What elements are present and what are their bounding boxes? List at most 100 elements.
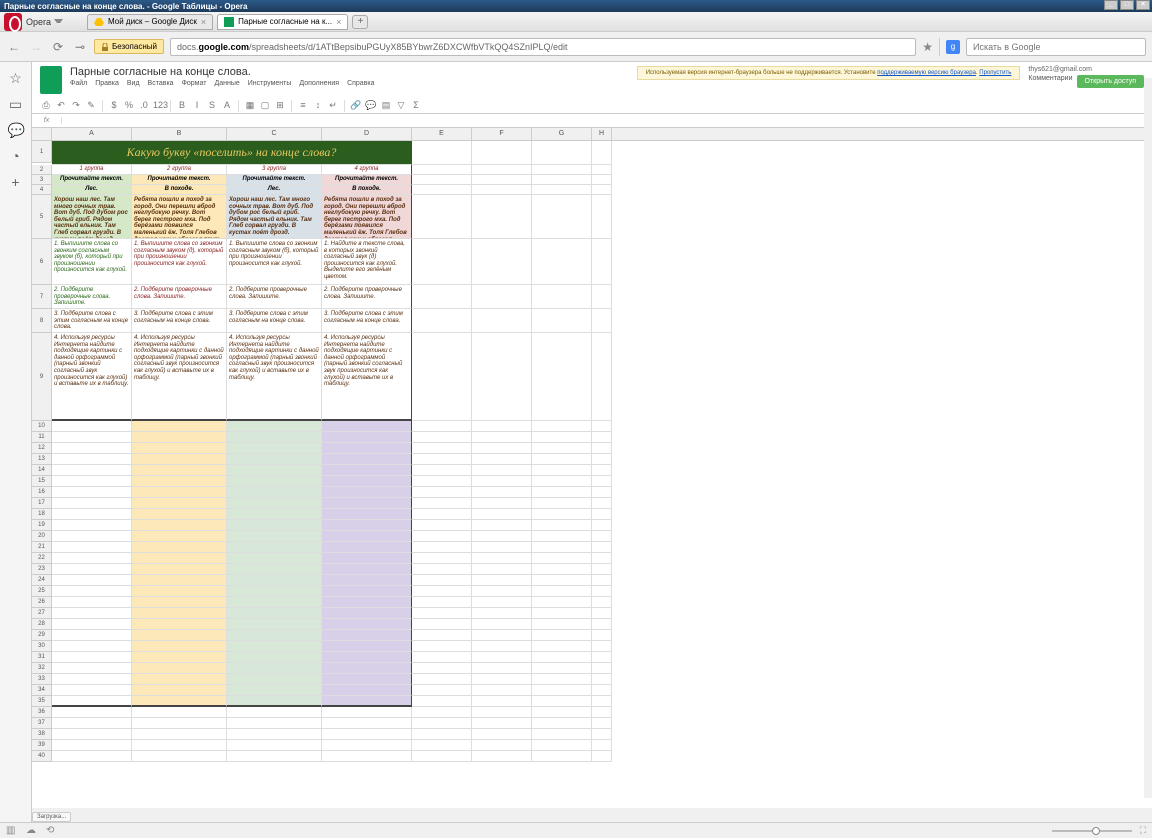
filter-icon[interactable]: ▽: [395, 100, 407, 112]
cell[interactable]: [132, 751, 227, 762]
tab-close-icon[interactable]: ×: [336, 17, 341, 27]
cell[interactable]: [592, 421, 612, 432]
cell[interactable]: [132, 718, 227, 729]
cell[interactable]: [532, 195, 592, 239]
panel-icon[interactable]: ▥: [6, 825, 18, 837]
row-header[interactable]: 38: [32, 729, 52, 740]
cloud-icon[interactable]: ☁: [26, 825, 38, 837]
cell[interactable]: [132, 586, 227, 597]
col-header[interactable]: D: [322, 128, 412, 140]
row-header[interactable]: 27: [32, 608, 52, 619]
cell[interactable]: [227, 454, 322, 465]
cell[interactable]: [472, 421, 532, 432]
warning-dismiss[interactable]: Пропустить: [979, 70, 1011, 76]
more-formats-icon[interactable]: 123: [153, 100, 165, 112]
row-header[interactable]: 21: [32, 542, 52, 553]
cell[interactable]: [52, 542, 132, 553]
cell[interactable]: [322, 619, 412, 630]
cell[interactable]: [472, 608, 532, 619]
cell[interactable]: [52, 432, 132, 443]
cell[interactable]: [472, 432, 532, 443]
row-header[interactable]: 31: [32, 652, 52, 663]
cell[interactable]: [227, 498, 322, 509]
cell[interactable]: [322, 432, 412, 443]
cell[interactable]: 2 группа: [132, 165, 227, 175]
row-header[interactable]: 2: [32, 165, 52, 175]
cell[interactable]: [52, 509, 132, 520]
cell[interactable]: [52, 718, 132, 729]
cell[interactable]: [412, 509, 472, 520]
cell[interactable]: [132, 707, 227, 718]
cell[interactable]: [472, 696, 532, 707]
url-input[interactable]: docs.google.com/spreadsheets/d/1ATtBepsi…: [170, 38, 916, 56]
cell[interactable]: [412, 421, 472, 432]
opera-menu-label[interactable]: Opera: [26, 17, 51, 27]
cell[interactable]: [412, 740, 472, 751]
decimal-icon[interactable]: .0: [138, 100, 150, 112]
cell[interactable]: В походе.: [322, 185, 412, 195]
cell[interactable]: [532, 520, 592, 531]
cell[interactable]: [592, 165, 612, 175]
cell[interactable]: [592, 740, 612, 751]
cell[interactable]: [132, 564, 227, 575]
functions-icon[interactable]: Σ: [410, 100, 422, 112]
cell[interactable]: [322, 531, 412, 542]
cell[interactable]: [592, 239, 612, 285]
cell[interactable]: [412, 165, 472, 175]
cell[interactable]: [532, 641, 592, 652]
cell[interactable]: [132, 487, 227, 498]
row-header[interactable]: 8: [32, 309, 52, 333]
row-header[interactable]: 25: [32, 586, 52, 597]
opera-logo-icon[interactable]: [4, 13, 22, 31]
user-email[interactable]: thys621@gmail.com: [1028, 66, 1144, 73]
cell[interactable]: [132, 641, 227, 652]
cell[interactable]: [592, 195, 612, 239]
cell[interactable]: [592, 597, 612, 608]
close-button[interactable]: ×: [1136, 0, 1150, 10]
cell[interactable]: [412, 619, 472, 630]
cell[interactable]: [472, 542, 532, 553]
cell[interactable]: [412, 696, 472, 707]
cell[interactable]: [592, 175, 612, 185]
row-header[interactable]: 26: [32, 597, 52, 608]
cell[interactable]: [472, 333, 532, 421]
cell[interactable]: [412, 333, 472, 421]
cell[interactable]: [322, 465, 412, 476]
cell[interactable]: [132, 531, 227, 542]
cell[interactable]: [132, 608, 227, 619]
cell[interactable]: 3. Подберите слова с этим согласным на к…: [227, 309, 322, 333]
menu-format[interactable]: Формат: [182, 80, 207, 87]
cell[interactable]: [227, 487, 322, 498]
cell[interactable]: [412, 498, 472, 509]
comment-icon[interactable]: 💬: [365, 100, 377, 112]
cell[interactable]: [322, 707, 412, 718]
cell[interactable]: [592, 443, 612, 454]
cell[interactable]: [592, 465, 612, 476]
col-header[interactable]: A: [52, 128, 132, 140]
cell[interactable]: [472, 597, 532, 608]
merge-icon[interactable]: ⊞: [274, 100, 286, 112]
cell[interactable]: [592, 707, 612, 718]
doc-title[interactable]: Парные согласные на конце слова.: [70, 66, 629, 78]
cell[interactable]: [52, 487, 132, 498]
cell[interactable]: [472, 285, 532, 309]
cell[interactable]: [532, 141, 592, 165]
wrap-icon[interactable]: ↵: [327, 100, 339, 112]
cell[interactable]: [532, 652, 592, 663]
cell[interactable]: [532, 751, 592, 762]
cell[interactable]: Хорош наш лес. Там много сочных трав. Во…: [52, 195, 132, 239]
cell[interactable]: [52, 619, 132, 630]
cell[interactable]: [472, 674, 532, 685]
bold-icon[interactable]: B: [176, 100, 188, 112]
row-header[interactable]: 5: [32, 195, 52, 239]
row-header[interactable]: 13: [32, 454, 52, 465]
cell[interactable]: [472, 751, 532, 762]
cell[interactable]: [412, 685, 472, 696]
cell[interactable]: [412, 432, 472, 443]
cell[interactable]: [592, 586, 612, 597]
cell[interactable]: [472, 454, 532, 465]
cell[interactable]: [322, 520, 412, 531]
cell[interactable]: [412, 443, 472, 454]
cell[interactable]: [592, 641, 612, 652]
cell[interactable]: [52, 476, 132, 487]
